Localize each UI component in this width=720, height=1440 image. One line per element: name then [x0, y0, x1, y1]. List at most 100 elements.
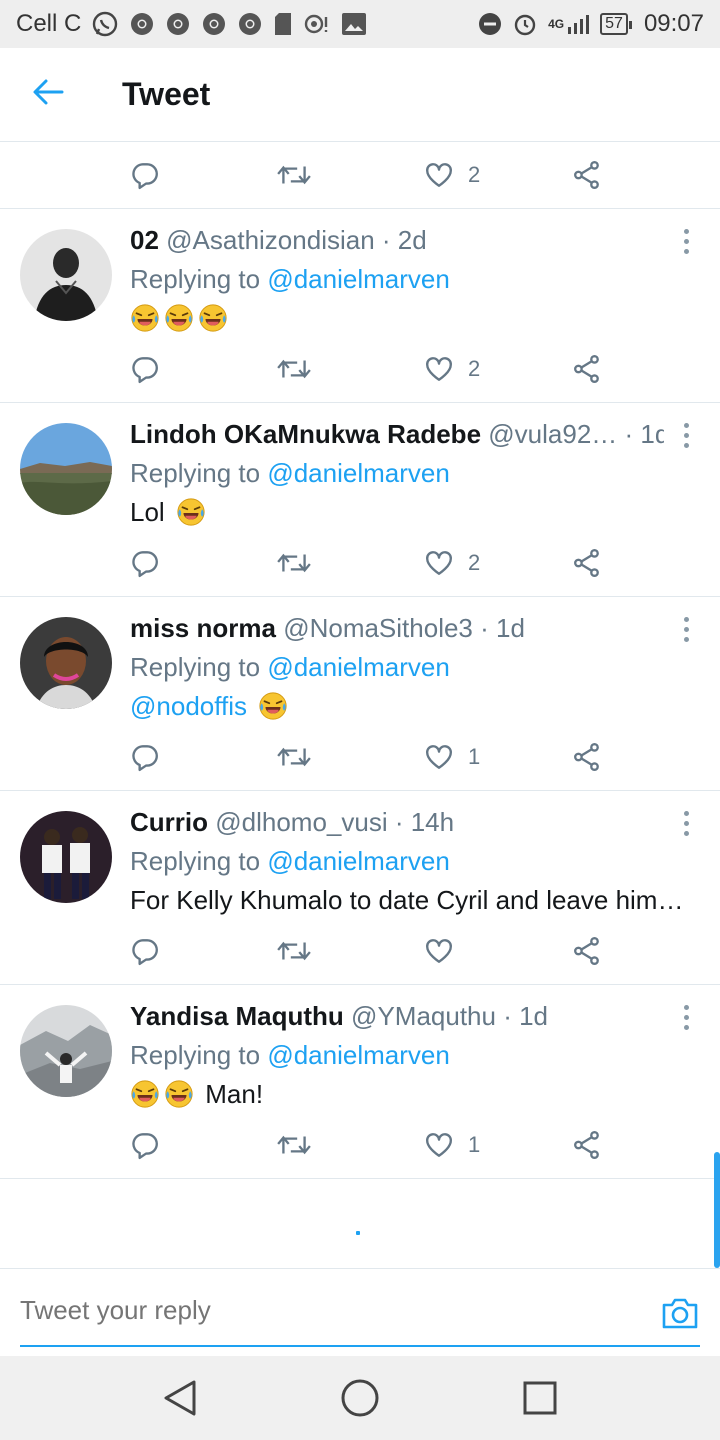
reply-button[interactable]: [130, 155, 160, 195]
like-button[interactable]: 1: [424, 737, 480, 777]
avatar[interactable]: [20, 423, 112, 515]
replying-label: Replying to: [130, 652, 261, 682]
scrollbar[interactable]: [714, 1152, 720, 1268]
replying-label: Replying to: [130, 264, 261, 294]
more-options-button[interactable]: [674, 611, 698, 647]
display-name[interactable]: Lindoh OKaMnukwa Radebe: [130, 419, 481, 449]
tweet-body: Man!: [205, 1079, 264, 1109]
tweet-item[interactable]: Yandisa Maquthu @YMaquthu · 1d Replying …: [0, 985, 720, 1179]
reply-button[interactable]: [130, 543, 160, 583]
heart-icon: [424, 742, 454, 772]
do-not-disturb-icon: [478, 12, 502, 36]
mention-link[interactable]: @danielmarven: [267, 458, 449, 488]
mention-link[interactable]: @danielmarven: [267, 652, 449, 682]
tweet-text: @nodoffis: [130, 691, 292, 722]
avatar[interactable]: [20, 229, 112, 321]
reply-button[interactable]: [130, 349, 160, 389]
heart-icon: [424, 936, 454, 966]
reply-input[interactable]: [20, 1295, 620, 1326]
reply-button[interactable]: [130, 737, 160, 777]
retweet-icon: [276, 548, 312, 578]
avatar[interactable]: [20, 811, 112, 903]
mention-link[interactable]: @danielmarven: [267, 846, 449, 876]
like-count: 1: [468, 744, 481, 769]
share-button[interactable]: [572, 543, 602, 583]
back-arrow-icon: [32, 78, 64, 111]
input-underline: [20, 1345, 700, 1347]
like-button[interactable]: 2: [424, 349, 480, 389]
like-button[interactable]: 1: [424, 1125, 480, 1165]
retweet-button[interactable]: [276, 155, 312, 195]
display-name[interactable]: Currio: [130, 807, 208, 837]
like-button[interactable]: 2: [424, 543, 480, 583]
retweet-button[interactable]: [276, 1125, 312, 1165]
mention-link[interactable]: @danielmarven: [267, 264, 449, 294]
tweet-actions: 2: [130, 349, 610, 389]
tweet-text: Man!: [130, 1079, 263, 1110]
retweet-button[interactable]: [276, 931, 312, 971]
nav-back-button[interactable]: [158, 1376, 202, 1420]
mention-link[interactable]: @nodoffis: [130, 691, 247, 721]
display-name[interactable]: Yandisa Maquthu: [130, 1001, 344, 1031]
retweet-icon: [276, 936, 312, 966]
heart-icon: [424, 160, 454, 190]
status-bar: Cell C 4G 57 09:07: [0, 0, 720, 48]
chrome-icon: [201, 11, 227, 37]
tweet-actions: [130, 931, 610, 971]
timestamp: · 2d: [381, 225, 427, 255]
tweet-actions: 1: [130, 737, 610, 777]
more-options-button[interactable]: [674, 999, 698, 1035]
replying-to: Replying to @danielmarven: [130, 1040, 450, 1071]
more-options-button[interactable]: [674, 805, 698, 841]
camera-button[interactable]: [660, 1293, 700, 1333]
heart-icon: [424, 354, 454, 384]
user-handle: @NomaSithole3: [283, 613, 473, 643]
reply-button[interactable]: [130, 931, 160, 971]
retweet-button[interactable]: [276, 349, 312, 389]
nav-recents-button[interactable]: [518, 1376, 562, 1420]
nav-home-button[interactable]: [338, 1376, 382, 1420]
display-name[interactable]: 02: [130, 225, 159, 255]
chrome-icon: [165, 11, 191, 37]
tweet-item[interactable]: miss norma @NomaSithole3 · 1d Replying t…: [0, 597, 720, 791]
like-button[interactable]: 2: [424, 155, 480, 195]
laughing-emoji-icon: [176, 497, 206, 527]
tweet-header: Currio @dlhomo_vusi · 14h: [130, 807, 650, 838]
network-type-label: 4G: [548, 17, 565, 31]
retweet-icon: [276, 354, 312, 384]
share-icon: [572, 354, 602, 384]
clock: 09:07: [643, 10, 704, 37]
more-options-button[interactable]: [674, 223, 698, 259]
share-icon: [572, 936, 602, 966]
share-button[interactable]: [572, 349, 602, 389]
chrome-icon: [129, 11, 155, 37]
tweet-item[interactable]: Currio @dlhomo_vusi · 14h Replying to @d…: [0, 791, 720, 985]
more-options-button[interactable]: [674, 417, 698, 453]
tweet-partial: 2: [0, 142, 720, 209]
back-button[interactable]: [0, 48, 96, 142]
replying-to: Replying to @danielmarven: [130, 652, 450, 683]
like-button[interactable]: [424, 931, 468, 971]
reply-icon: [130, 548, 160, 578]
avatar[interactable]: [20, 617, 112, 709]
share-button[interactable]: [572, 155, 602, 195]
retweet-button[interactable]: [276, 737, 312, 777]
square-recents-icon: [523, 1381, 557, 1415]
laughing-emoji-icon: [164, 303, 194, 333]
share-button[interactable]: [572, 931, 602, 971]
tweet-item[interactable]: Lindoh OKaMnukwa Radebe @vula92… · 1d Re…: [0, 403, 720, 597]
share-button[interactable]: [572, 737, 602, 777]
reply-button[interactable]: [130, 1125, 160, 1165]
display-name[interactable]: miss norma: [130, 613, 276, 643]
mention-link[interactable]: @danielmarven: [267, 1040, 449, 1070]
share-icon: [572, 548, 602, 578]
retweet-button[interactable]: [276, 543, 312, 583]
timestamp: · 14h: [394, 807, 455, 837]
timestamp: · 1d: [624, 419, 664, 449]
share-button[interactable]: [572, 1125, 602, 1165]
whatsapp-icon: [91, 10, 119, 38]
app-header: Tweet: [0, 48, 720, 142]
avatar[interactable]: [20, 1005, 112, 1097]
tweet-item[interactable]: 02 @Asathizondisian · 2d Replying to @da…: [0, 209, 720, 403]
tweet-text: For Kelly Khumalo to date Cyril and leav…: [130, 885, 700, 916]
